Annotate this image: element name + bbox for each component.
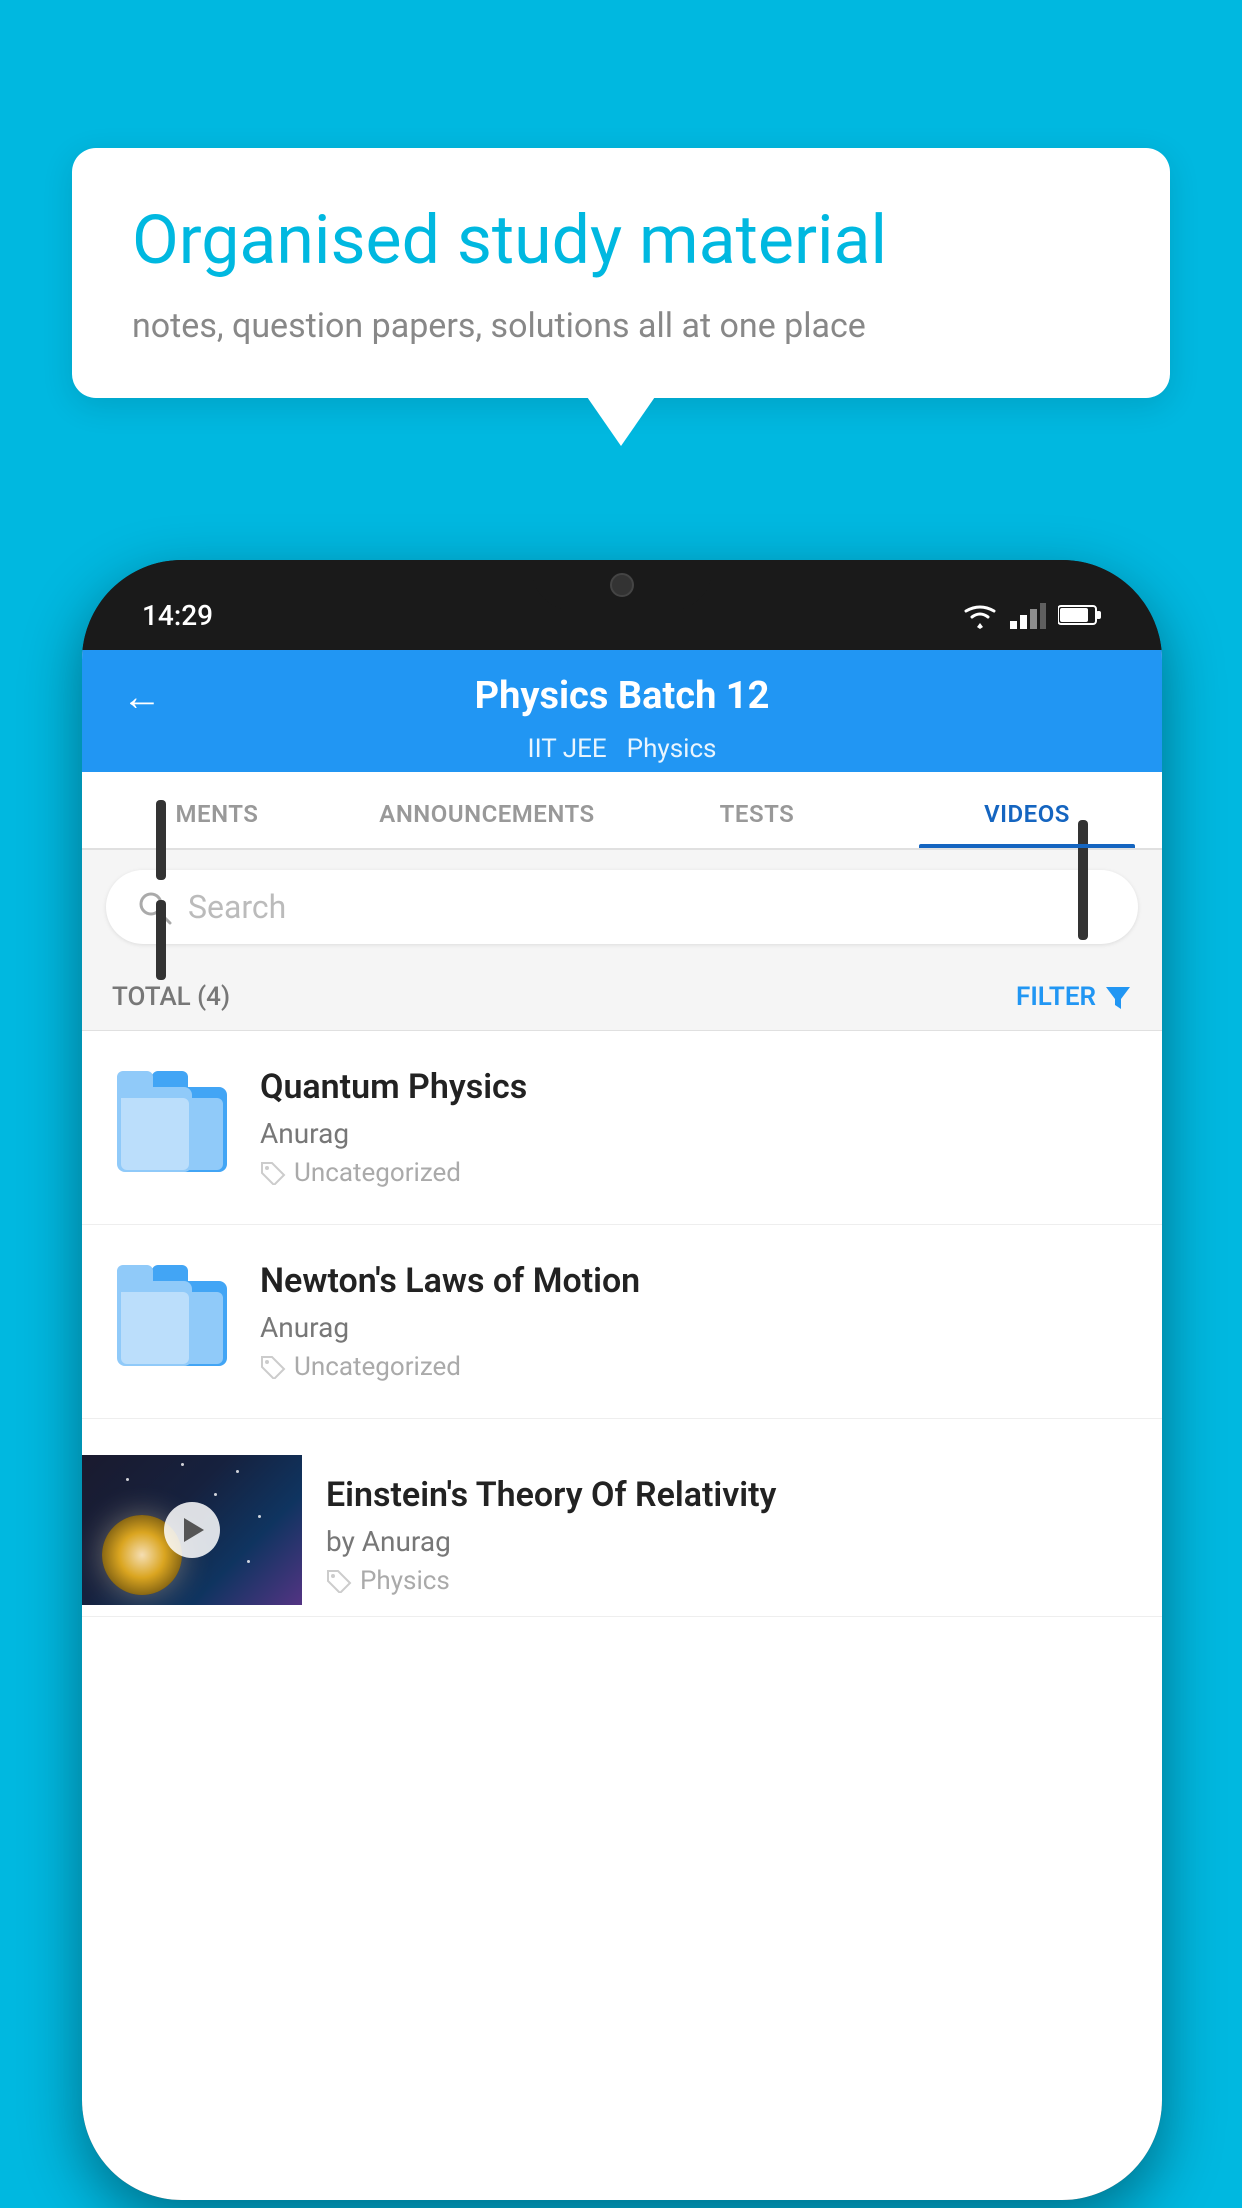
speech-bubble: Organised study material notes, question… bbox=[72, 148, 1170, 398]
tag-icon bbox=[260, 1161, 286, 1185]
video-title-2: Newton's Laws of Motion bbox=[260, 1261, 1132, 1301]
subtitle-right: Physics bbox=[627, 734, 717, 764]
video-author-2: Anurag bbox=[260, 1311, 1132, 1344]
status-bar: 14:29 bbox=[82, 560, 1162, 650]
tab-bar: MENTS ANNOUNCEMENTS TESTS VIDEOS bbox=[82, 772, 1162, 850]
folder-icon-1 bbox=[117, 1082, 227, 1172]
phone-frame: 14:29 bbox=[82, 560, 1162, 2200]
tab-ments[interactable]: MENTS bbox=[82, 772, 352, 848]
app-header: ← Physics Batch 12 IIT JEE Physics bbox=[82, 650, 1162, 772]
filter-icon bbox=[1104, 983, 1132, 1011]
video-info-1: Quantum Physics Anurag Uncategorized bbox=[260, 1067, 1132, 1188]
video-tag-1: Uncategorized bbox=[260, 1158, 1132, 1188]
video-thumb-1 bbox=[112, 1067, 232, 1187]
video-title-3: Einstein's Theory Of Relativity bbox=[326, 1475, 1138, 1515]
search-icon bbox=[136, 889, 172, 925]
video-thumb-2 bbox=[112, 1261, 232, 1381]
signal-icon bbox=[1010, 601, 1046, 629]
bubble-subtitle: notes, question papers, solutions all at… bbox=[132, 306, 1110, 346]
header-subtitle: IIT JEE Physics bbox=[122, 734, 1122, 772]
tag-icon bbox=[260, 1355, 286, 1379]
video-tag-3: Physics bbox=[326, 1566, 1138, 1596]
header-title: Physics Batch 12 bbox=[475, 674, 770, 718]
tab-videos[interactable]: VIDEOS bbox=[892, 772, 1162, 848]
folder-icon-2 bbox=[117, 1276, 227, 1366]
search-placeholder: Search bbox=[188, 888, 286, 926]
notch bbox=[532, 560, 712, 610]
video-title-1: Quantum Physics bbox=[260, 1067, 1132, 1107]
video-author-1: Anurag bbox=[260, 1117, 1132, 1150]
search-container: Search bbox=[82, 850, 1162, 964]
list-item[interactable]: Newton's Laws of Motion Anurag Uncategor… bbox=[82, 1225, 1162, 1419]
volume-down-button[interactable] bbox=[156, 900, 166, 980]
video-info-3: Einstein's Theory Of Relativity by Anura… bbox=[302, 1455, 1162, 1616]
play-triangle-icon bbox=[184, 1518, 204, 1542]
video-author-3: by Anurag bbox=[326, 1525, 1138, 1558]
filter-button[interactable]: FILTER bbox=[1016, 982, 1132, 1012]
tag-icon bbox=[326, 1569, 352, 1593]
wifi-icon bbox=[962, 601, 998, 629]
phone-screen: ← Physics Batch 12 IIT JEE Physics MENTS… bbox=[82, 650, 1162, 2200]
header-top: ← Physics Batch 12 bbox=[122, 674, 1122, 734]
back-button[interactable]: ← bbox=[122, 673, 162, 720]
battery-icon bbox=[1058, 604, 1102, 626]
list-item[interactable]: Einstein's Theory Of Relativity by Anura… bbox=[82, 1419, 1162, 1617]
status-icons bbox=[962, 601, 1102, 629]
video-thumbnail-3 bbox=[82, 1455, 302, 1605]
filter-bar: TOTAL (4) FILTER bbox=[82, 964, 1162, 1031]
list-item[interactable]: Quantum Physics Anurag Uncategorized bbox=[82, 1031, 1162, 1225]
camera bbox=[610, 573, 634, 597]
tab-announcements[interactable]: ANNOUNCEMENTS bbox=[352, 772, 622, 848]
bubble-title: Organised study material bbox=[132, 200, 1110, 282]
play-button[interactable] bbox=[164, 1502, 220, 1558]
video-info-2: Newton's Laws of Motion Anurag Uncategor… bbox=[260, 1261, 1132, 1382]
subtitle-left: IIT JEE bbox=[528, 734, 607, 764]
tab-tests[interactable]: TESTS bbox=[622, 772, 892, 848]
video-list: Quantum Physics Anurag Uncategorized bbox=[82, 1031, 1162, 1617]
total-count: TOTAL (4) bbox=[112, 982, 230, 1012]
search-bar[interactable]: Search bbox=[106, 870, 1138, 944]
status-time: 14:29 bbox=[142, 599, 213, 632]
video-tag-2: Uncategorized bbox=[260, 1352, 1132, 1382]
